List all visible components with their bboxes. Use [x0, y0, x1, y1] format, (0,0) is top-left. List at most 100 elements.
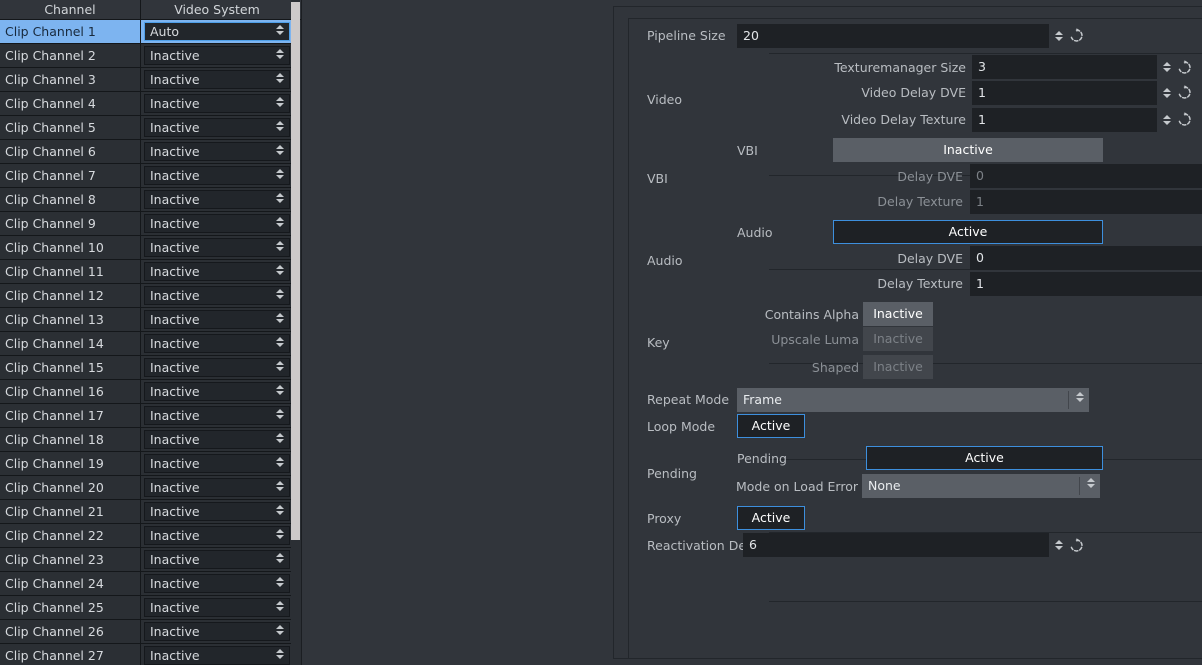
spinner-texturemanager-size[interactable] [1157, 60, 1192, 75]
up-down-arrows-icon[interactable] [1162, 62, 1171, 72]
chevron-updown-icon[interactable] [275, 145, 284, 155]
table-row[interactable]: Clip Channel 22Inactive [0, 524, 293, 548]
up-down-arrows-icon[interactable] [1162, 115, 1171, 125]
toggle-pending[interactable]: Active [866, 446, 1103, 470]
channel-name-cell[interactable]: Clip Channel 8 [0, 188, 141, 211]
dropdown-video-system[interactable]: Inactive [144, 478, 290, 497]
channel-name-cell[interactable]: Clip Channel 13 [0, 308, 141, 331]
channel-name-cell[interactable]: Clip Channel 11 [0, 260, 141, 283]
up-down-arrows-icon[interactable] [1054, 31, 1063, 41]
table-row[interactable]: Clip Channel 24Inactive [0, 572, 293, 596]
table-row[interactable]: Clip Channel 26Inactive [0, 620, 293, 644]
table-row[interactable]: Clip Channel 21Inactive [0, 500, 293, 524]
input-audio-delay-dve[interactable]: 0 [970, 246, 1202, 270]
table-row[interactable]: Clip Channel 1Auto [0, 20, 293, 44]
chevron-updown-icon[interactable] [275, 409, 284, 419]
channel-name-cell[interactable]: Clip Channel 19 [0, 452, 141, 475]
chevron-updown-icon[interactable] [275, 601, 284, 611]
channel-name-cell[interactable]: Clip Channel 3 [0, 68, 141, 91]
table-row[interactable]: Clip Channel 14Inactive [0, 332, 293, 356]
channel-name-cell[interactable]: Clip Channel 17 [0, 404, 141, 427]
chevron-updown-icon[interactable] [1075, 392, 1084, 402]
channel-name-cell[interactable]: Clip Channel 25 [0, 596, 141, 619]
channel-name-cell[interactable]: Clip Channel 5 [0, 116, 141, 139]
table-row[interactable]: Clip Channel 17Inactive [0, 404, 293, 428]
dropdown-video-system[interactable]: Inactive [144, 310, 290, 329]
table-row[interactable]: Clip Channel 27Inactive [0, 644, 293, 665]
dropdown-video-system[interactable]: Inactive [144, 430, 290, 449]
table-row[interactable]: Clip Channel 9Inactive [0, 212, 293, 236]
dropdown-video-system[interactable]: Inactive [144, 70, 290, 89]
chevron-updown-icon[interactable] [275, 217, 284, 227]
table-row[interactable]: Clip Channel 10Inactive [0, 236, 293, 260]
toggle-contains-alpha[interactable]: Inactive [863, 302, 933, 326]
toggle-shaped[interactable]: Inactive [863, 355, 933, 379]
chevron-updown-icon[interactable] [275, 625, 284, 635]
table-row[interactable]: Clip Channel 16Inactive [0, 380, 293, 404]
channel-name-cell[interactable]: Clip Channel 14 [0, 332, 141, 355]
chevron-updown-icon[interactable] [275, 481, 284, 491]
dropdown-repeat-mode[interactable]: Frame [737, 388, 1089, 412]
table-row[interactable]: Clip Channel 12Inactive [0, 284, 293, 308]
chevron-updown-icon[interactable] [275, 361, 284, 371]
input-audio-delay-texture[interactable]: 1 [970, 272, 1202, 296]
dropdown-video-system[interactable]: Inactive [144, 118, 290, 137]
input-texturemanager-size[interactable]: 3 [972, 55, 1157, 79]
table-row[interactable]: Clip Channel 15Inactive [0, 356, 293, 380]
dropdown-mode-on-load-error[interactable]: None [862, 474, 1100, 498]
chevron-updown-icon[interactable] [275, 313, 284, 323]
channel-name-cell[interactable]: Clip Channel 15 [0, 356, 141, 379]
channel-name-cell[interactable]: Clip Channel 9 [0, 212, 141, 235]
dropdown-video-system[interactable]: Inactive [144, 142, 290, 161]
toggle-proxy[interactable]: Active [737, 506, 805, 530]
chevron-updown-icon[interactable] [275, 529, 284, 539]
channel-name-cell[interactable]: Clip Channel 1 [0, 20, 141, 43]
channel-name-cell[interactable]: Clip Channel 12 [0, 284, 141, 307]
dropdown-video-system[interactable]: Inactive [144, 646, 290, 665]
chevron-updown-icon[interactable] [275, 241, 284, 251]
table-row[interactable]: Clip Channel 7Inactive [0, 164, 293, 188]
reload-icon[interactable] [1069, 538, 1084, 553]
dropdown-video-system[interactable]: Inactive [144, 286, 290, 305]
column-header-channel[interactable]: Channel [0, 0, 141, 20]
channel-name-cell[interactable]: Clip Channel 4 [0, 92, 141, 115]
reload-icon[interactable] [1069, 28, 1084, 43]
spinner-video-delay-dve[interactable] [1157, 85, 1192, 100]
channel-table-scrollbar[interactable] [291, 0, 300, 665]
chevron-updown-icon[interactable] [275, 49, 284, 59]
reload-icon[interactable] [1177, 85, 1192, 100]
channel-name-cell[interactable]: Clip Channel 16 [0, 380, 141, 403]
table-row[interactable]: Clip Channel 2Inactive [0, 44, 293, 68]
chevron-updown-icon[interactable] [275, 121, 284, 131]
table-row[interactable]: Clip Channel 20Inactive [0, 476, 293, 500]
chevron-updown-icon[interactable] [275, 337, 284, 347]
chevron-updown-icon[interactable] [275, 553, 284, 563]
table-row[interactable]: Clip Channel 3Inactive [0, 68, 293, 92]
table-row[interactable]: Clip Channel 18Inactive [0, 428, 293, 452]
table-row[interactable]: Clip Channel 19Inactive [0, 452, 293, 476]
column-header-video-system[interactable]: Video System [141, 0, 293, 20]
dropdown-video-system[interactable]: Inactive [144, 46, 290, 65]
dropdown-video-system[interactable]: Auto [144, 22, 290, 41]
spinner-pipeline-size[interactable] [1049, 28, 1084, 43]
table-row[interactable]: Clip Channel 11Inactive [0, 260, 293, 284]
dropdown-video-system[interactable]: Inactive [144, 622, 290, 641]
table-row[interactable]: Clip Channel 4Inactive [0, 92, 293, 116]
input-vbi-delay-texture[interactable]: 1 [970, 190, 1202, 214]
toggle-vbi[interactable]: Inactive [833, 138, 1103, 162]
channel-name-cell[interactable]: Clip Channel 21 [0, 500, 141, 523]
chevron-updown-icon[interactable] [275, 25, 284, 35]
chevron-updown-icon[interactable] [275, 433, 284, 443]
dropdown-video-system[interactable]: Inactive [144, 598, 290, 617]
spinner-video-delay-texture[interactable] [1157, 112, 1192, 127]
dropdown-video-system[interactable]: Inactive [144, 502, 290, 521]
input-video-delay-dve[interactable]: 1 [972, 81, 1157, 105]
table-row[interactable]: Clip Channel 23Inactive [0, 548, 293, 572]
channel-name-cell[interactable]: Clip Channel 26 [0, 620, 141, 643]
chevron-updown-icon[interactable] [275, 649, 284, 659]
dropdown-video-system[interactable]: Inactive [144, 190, 290, 209]
chevron-updown-icon[interactable] [275, 577, 284, 587]
chevron-updown-icon[interactable] [275, 385, 284, 395]
toggle-upscale-luma[interactable]: Inactive [863, 327, 933, 351]
dropdown-video-system[interactable]: Inactive [144, 406, 290, 425]
